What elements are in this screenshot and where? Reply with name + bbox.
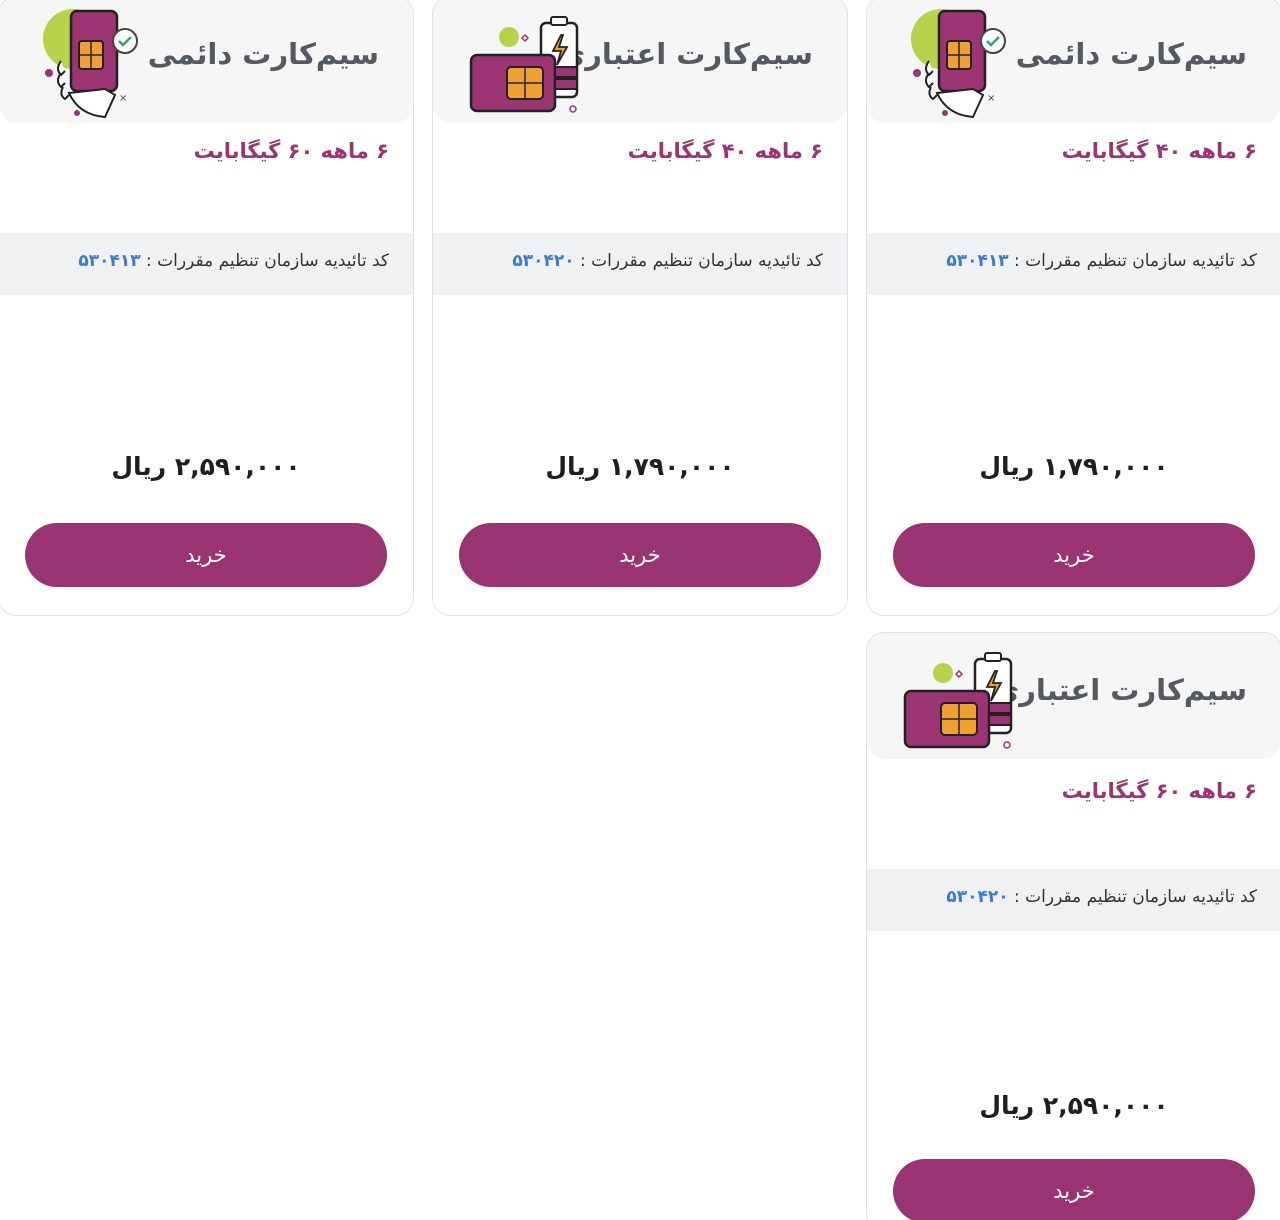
svg-text:×: × (987, 93, 995, 104)
plan-name: ۶ ماهه ۴۰ گیگابایت (1061, 139, 1257, 163)
card-title: سیم‌کارت دائمی (147, 37, 379, 71)
svg-text:×: × (119, 93, 127, 104)
card-header: سیم‌کارت اعتباری (867, 633, 1280, 759)
card-title: سیم‌کارت اعتباری (558, 37, 813, 71)
regulatory-row: کد تائیدیه سازمان تنظیم مقررات : ۵۳۰۴۱۳ (0, 233, 413, 295)
plan-name: ۶ ماهه ۴۰ گیگابایت (627, 139, 823, 163)
card-header: سیم‌کارت اعتباری (433, 0, 847, 123)
permanent-sim-hand-icon: × (43, 9, 138, 119)
regulatory-text: کد تائیدیه سازمان تنظیم مقررات : ۵۳۰۴۱۳ (78, 251, 389, 271)
buy-button[interactable]: خرید (459, 523, 821, 587)
price: ۱,۷۹۰,۰۰۰ ریال (979, 452, 1169, 481)
regulatory-row: کد تائیدیه سازمان تنظیم مقررات : ۵۳۰۴۱۳ (867, 233, 1280, 295)
regulatory-code: ۵۳۰۴۲۰ (512, 251, 575, 271)
card-title: سیم‌کارت دائمی (1015, 37, 1247, 71)
product-card: سیم‌کارت دائمی × ۶ ماهه ۴۰ گیگابایت کد ت… (866, 0, 1280, 616)
plan-name: ۶ ماهه ۶۰ گیگابایت (1061, 779, 1257, 803)
prepaid-sim-battery-icon (469, 16, 579, 113)
regulatory-label: کد تائیدیه سازمان تنظیم مقررات : (1008, 251, 1257, 271)
price: ۲,۵۹۰,۰۰۰ ریال (111, 452, 301, 481)
regulatory-text: کد تائیدیه سازمان تنظیم مقررات : ۵۳۰۴۲۰ (946, 887, 1257, 907)
regulatory-code: ۵۳۰۴۲۰ (946, 887, 1009, 907)
buy-button[interactable]: خرید (893, 1159, 1255, 1220)
card-title: سیم‌کارت اعتباری (992, 673, 1247, 707)
permanent-sim-hand-icon: × (911, 9, 1006, 119)
regulatory-text: کد تائیدیه سازمان تنظیم مقررات : ۵۳۰۴۱۳ (946, 251, 1257, 271)
regulatory-row: کد تائیدیه سازمان تنظیم مقررات : ۵۳۰۴۲۰ (867, 869, 1280, 931)
card-header: سیم‌کارت دائمی × (0, 0, 413, 123)
prepaid-sim-battery-icon (903, 652, 1013, 749)
regulatory-label: کد تائیدیه سازمان تنظیم مقررات : (574, 251, 823, 271)
buy-button[interactable]: خرید (893, 523, 1255, 587)
product-card: سیم‌کارت دائمی × ۶ ماهه ۶۰ گیگابایت کد ت… (0, 0, 414, 616)
plan-name: ۶ ماهه ۶۰ گیگابایت (193, 139, 389, 163)
regulatory-label: کد تائیدیه سازمان تنظیم مقررات : (1008, 887, 1257, 907)
card-header: سیم‌کارت دائمی × (867, 0, 1280, 123)
product-card: سیم‌کارت اعتباری ۶ ماهه ۴۰ گیگابایت کد ت… (432, 0, 848, 616)
regulatory-label: کد تائیدیه سازمان تنظیم مقررات : (140, 251, 389, 271)
price: ۲,۵۹۰,۰۰۰ ریال (979, 1091, 1169, 1120)
buy-button[interactable]: خرید (25, 523, 387, 587)
product-card: سیم‌کارت اعتباری ۶ ماهه ۶۰ گیگابایت کد ت… (866, 632, 1280, 1220)
price: ۱,۷۹۰,۰۰۰ ریال (545, 452, 735, 481)
regulatory-row: کد تائیدیه سازمان تنظیم مقررات : ۵۳۰۴۲۰ (433, 233, 847, 295)
product-grid: سیم‌کارت دائمی × ۶ ماهه ۴۰ گیگابایت کد ت… (0, 0, 1280, 1220)
regulatory-code: ۵۳۰۴۱۳ (78, 251, 141, 271)
regulatory-code: ۵۳۰۴۱۳ (946, 251, 1009, 271)
regulatory-text: کد تائیدیه سازمان تنظیم مقررات : ۵۳۰۴۲۰ (512, 251, 823, 271)
